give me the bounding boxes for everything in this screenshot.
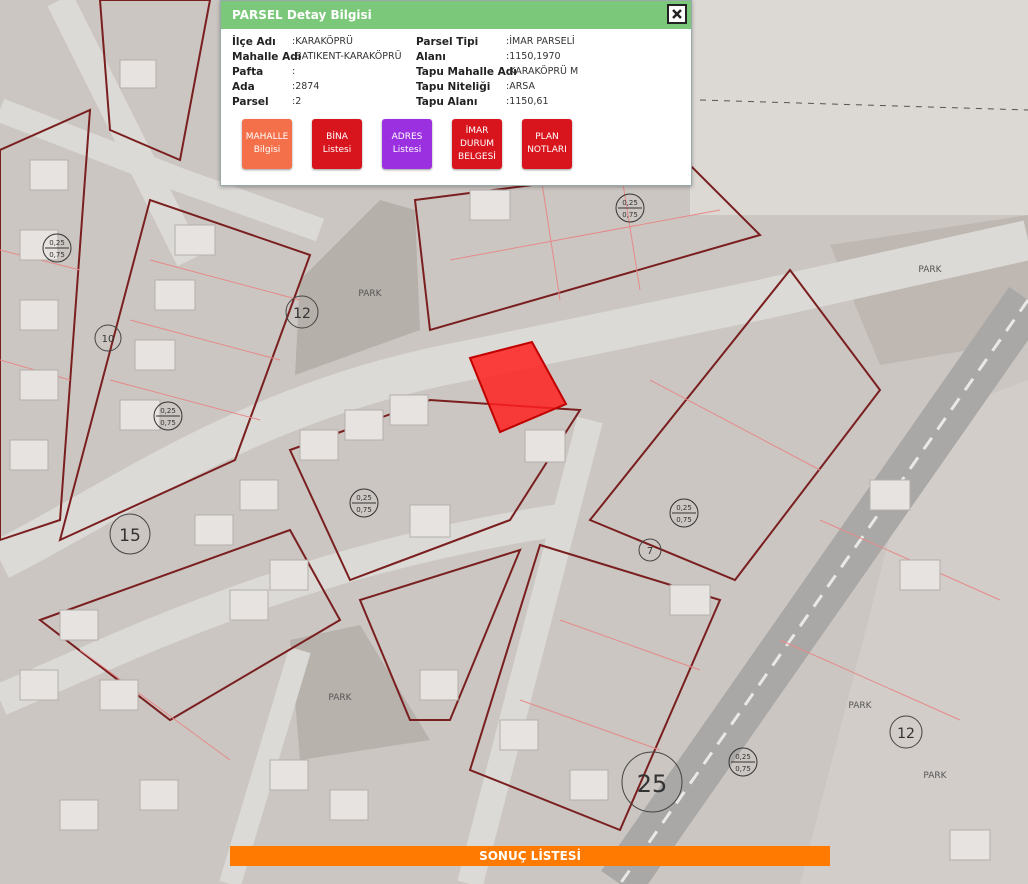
button-label-line: Listesi: [322, 145, 352, 155]
info-label: Parsel: [232, 96, 269, 108]
terrain-top-right: [690, 0, 1028, 215]
info-label: Parsel Tipi: [416, 36, 479, 48]
info-label: Tapu Mahalle Adı: [416, 66, 517, 78]
info-value: :1150,1970: [506, 51, 561, 62]
zone-code-circle: 0,25 0,75: [728, 747, 758, 777]
info-row-tapu-alani: Tapu Alanı :1150,61: [416, 96, 686, 111]
info-right-column: Parsel Tipi :İMAR PARSELİ Alanı :1150,19…: [416, 36, 686, 111]
button-label-line: DURUM: [459, 138, 495, 149]
zone-code-top: 0,25: [735, 753, 751, 761]
info-value: :2874: [292, 81, 320, 92]
info-value: :KARAKÖPRÜ: [292, 36, 353, 47]
imar-durum-belgesi-button[interactable]: İMAR DURUM BELGESİ: [452, 119, 502, 169]
park-label: PARK: [328, 693, 352, 703]
zone-code-bottom: 0,75: [356, 506, 372, 514]
info-value: :: [292, 66, 296, 77]
zone-code-top: 0,25: [622, 199, 638, 207]
zone-code-top: 0,25: [356, 494, 372, 502]
button-label-line: İMAR: [465, 125, 489, 136]
button-label-line: Listesi: [392, 145, 422, 155]
plan-notlari-button[interactable]: PLAN NOTLARI: [522, 119, 572, 169]
svg-text:15: 15: [119, 526, 141, 546]
zone-code-top: 0,25: [49, 239, 65, 247]
svg-text:12: 12: [293, 306, 311, 322]
zone-code-bottom: 0,75: [160, 419, 176, 427]
info-value: :ARSA: [506, 81, 536, 92]
zone-code-bottom: 0,75: [49, 251, 65, 259]
svg-text:7: 7: [647, 546, 653, 557]
button-label-line: BELGESİ: [458, 151, 496, 162]
button-label-line: Bilgisi: [253, 145, 281, 155]
info-row-parsel-tipi: Parsel Tipi :İMAR PARSELİ: [416, 36, 686, 51]
zone-code-circle: 0,25 0,75: [615, 193, 645, 223]
zone-code-circle: 0,25 0,75: [153, 401, 183, 431]
info-value: :KARAKÖPRÜ M: [506, 66, 579, 77]
info-row-tapu-mahalle: Tapu Mahalle Adı :KARAKÖPRÜ M: [416, 66, 686, 81]
park-label: PARK: [923, 771, 947, 781]
button-label-line: ADRES: [391, 132, 423, 142]
info-value: :2: [292, 96, 302, 107]
zone-code-bottom: 0,75: [676, 516, 692, 524]
svg-text:12: 12: [897, 726, 915, 742]
parcel-detail-panel: PARSEL Detay Bilgisi İlçe Adı :KARAKÖPRÜ…: [220, 0, 692, 186]
info-label: Pafta: [232, 66, 264, 78]
panel-header: PARSEL Detay Bilgisi: [221, 1, 691, 29]
park-label: PARK: [358, 289, 382, 299]
panel-title: PARSEL Detay Bilgisi: [232, 8, 372, 22]
info-label: Ada: [232, 81, 255, 93]
info-label: Tapu Niteliği: [416, 81, 491, 93]
mahalle-bilgisi-button[interactable]: MAHALLE Bilgisi: [242, 119, 292, 169]
button-label-line: MAHALLE: [245, 132, 289, 142]
info-row-parsel: Parsel :2: [232, 96, 422, 111]
info-label: İlçe Adı: [232, 36, 276, 48]
sonuc-listesi-button[interactable]: SONUÇ LİSTESİ: [230, 846, 830, 866]
zone-code-bottom: 0,75: [735, 765, 751, 773]
info-label: Alanı: [416, 51, 446, 63]
info-value: :BATIKENT-KARAKÖPRÜ: [292, 51, 402, 62]
button-label-line: PLAN: [535, 132, 559, 142]
zone-code-bottom: 0,75: [622, 211, 638, 219]
zone-code-top: 0,25: [160, 407, 176, 415]
park-label: PARK: [848, 701, 872, 711]
zone-code-circle: 0,25 0,75: [42, 233, 72, 263]
svg-text:25: 25: [637, 770, 668, 798]
park-label: PARK: [918, 265, 942, 275]
adres-listesi-button[interactable]: ADRES Listesi: [382, 119, 432, 169]
info-row-ada: Ada :2874: [232, 81, 422, 96]
info-label: Tapu Alanı: [416, 96, 478, 108]
button-label-line: BİNA: [326, 132, 348, 142]
zone-code-circle: 0,25 0,75: [669, 498, 699, 528]
info-row-tapu-niteligi: Tapu Niteliği :ARSA: [416, 81, 686, 96]
svg-text:10: 10: [102, 334, 115, 345]
info-row-alani: Alanı :1150,1970: [416, 51, 686, 66]
info-row-pafta: Pafta :: [232, 66, 422, 81]
bina-listesi-button[interactable]: BİNA Listesi: [312, 119, 362, 169]
info-value: :İMAR PARSELİ: [506, 36, 575, 47]
info-row-mahalle: Mahalle Adı :BATIKENT-KARAKÖPRÜ: [232, 51, 422, 66]
info-left-column: İlçe Adı :KARAKÖPRÜ Mahalle Adı :BATIKEN…: [232, 36, 422, 111]
zone-code-top: 0,25: [676, 504, 692, 512]
close-icon: [672, 9, 682, 19]
info-label: Mahalle Adı: [232, 51, 302, 63]
info-value: :1150,61: [506, 96, 549, 107]
zone-code-circle: 0,25 0,75: [349, 488, 379, 518]
info-row-ilce: İlçe Adı :KARAKÖPRÜ: [232, 36, 422, 51]
close-button[interactable]: [667, 4, 687, 24]
button-label-line: NOTLARI: [527, 145, 567, 155]
